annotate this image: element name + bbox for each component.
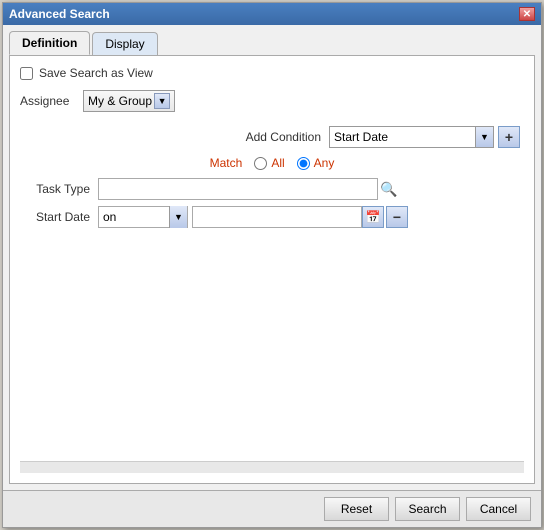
assignee-dropdown[interactable]: My & Group ▼: [83, 90, 175, 112]
window-content: Definition Display Save Search as View A…: [3, 25, 541, 490]
save-search-checkbox[interactable]: [20, 67, 33, 80]
title-bar: Advanced Search ✕: [3, 3, 541, 25]
match-any-option[interactable]: Any: [297, 156, 335, 170]
start-date-input[interactable]: [192, 206, 362, 228]
tab-content: Save Search as View Assignee My & Group …: [9, 55, 535, 484]
match-all-option[interactable]: All: [254, 156, 284, 170]
match-all-label: All: [271, 156, 284, 170]
match-all-radio[interactable]: [254, 157, 267, 170]
tab-display[interactable]: Display: [92, 32, 157, 55]
add-condition-row: Add Condition Start Date ▼ +: [20, 126, 524, 148]
scrollbar-area[interactable]: [20, 461, 524, 473]
match-any-radio[interactable]: [297, 157, 310, 170]
tab-definition[interactable]: Definition: [9, 31, 90, 55]
window-title: Advanced Search: [9, 7, 110, 21]
remove-condition-button[interactable]: −: [386, 206, 408, 228]
search-button[interactable]: Search: [395, 497, 460, 521]
match-any-label: Any: [314, 156, 335, 170]
cancel-button[interactable]: Cancel: [466, 497, 531, 521]
save-search-row: Save Search as View: [20, 66, 524, 80]
footer-bar: Reset Search Cancel: [3, 490, 541, 527]
add-condition-label: Add Condition: [246, 130, 321, 144]
assignee-dropdown-arrow-icon[interactable]: ▼: [154, 93, 170, 109]
assignee-row: Assignee My & Group ▼: [20, 90, 524, 112]
task-type-label: Task Type: [20, 182, 90, 196]
date-operator-value: on: [99, 210, 169, 224]
date-operator-arrow-icon[interactable]: ▼: [169, 206, 187, 228]
task-type-input[interactable]: [98, 178, 378, 200]
start-date-row: Start Date on ▼ 📅 −: [20, 206, 524, 228]
condition-select-wrapper: Start Date ▼: [329, 126, 494, 148]
start-date-label: Start Date: [20, 210, 90, 224]
match-row: Match All Any: [20, 156, 524, 170]
advanced-search-window: Advanced Search ✕ Definition Display Sav…: [2, 2, 542, 528]
add-condition-button[interactable]: +: [498, 126, 520, 148]
condition-dropdown-arrow-icon[interactable]: ▼: [475, 127, 493, 147]
close-button[interactable]: ✕: [519, 7, 535, 21]
tabs-row: Definition Display: [9, 31, 535, 55]
reset-button[interactable]: Reset: [324, 497, 389, 521]
content-spacer: [20, 234, 524, 457]
assignee-label: Assignee: [20, 94, 75, 108]
match-label: Match: [210, 156, 243, 170]
task-type-row: Task Type 🔍: [20, 178, 524, 200]
task-type-search-icon[interactable]: 🔍: [378, 178, 400, 200]
date-operator-select[interactable]: on ▼: [98, 206, 188, 228]
calendar-icon-button[interactable]: 📅: [362, 206, 384, 228]
save-search-label: Save Search as View: [39, 66, 153, 80]
match-radio-group: All Any: [254, 156, 334, 170]
assignee-value: My & Group: [88, 94, 152, 108]
condition-value: Start Date: [330, 130, 475, 144]
